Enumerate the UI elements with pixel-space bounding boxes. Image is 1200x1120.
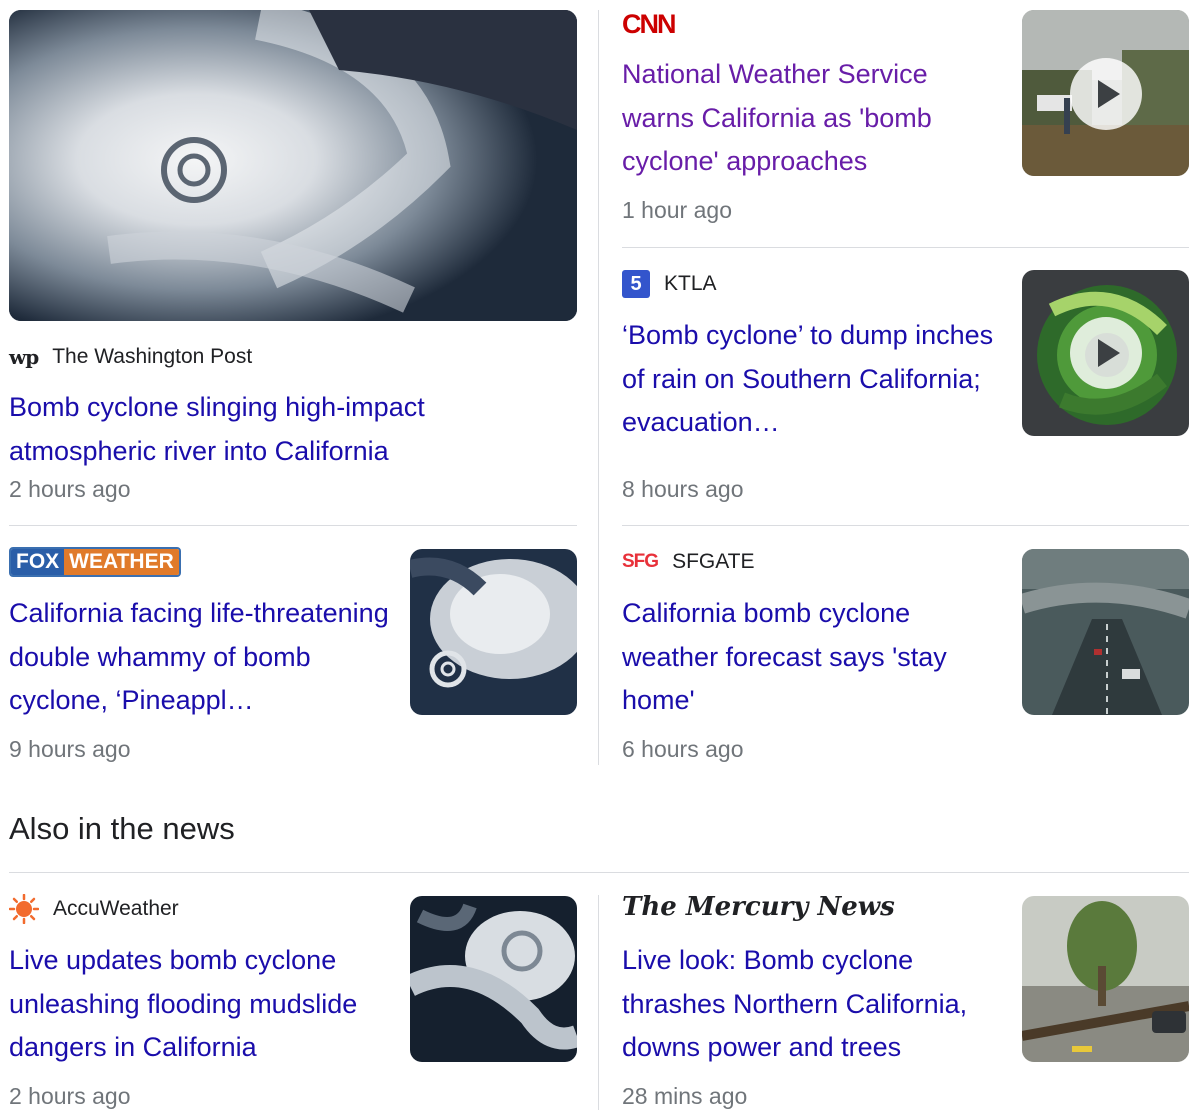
story-source: wp The Washington Post [9, 343, 252, 371]
divider [9, 872, 1189, 873]
story-image[interactable] [410, 549, 577, 715]
story-headline[interactable]: California bomb cyclone weather forecast… [622, 592, 1002, 723]
divider [622, 247, 1189, 248]
story-source: FOX WEATHER [9, 547, 181, 577]
story-time: 6 hours ago [622, 736, 744, 762]
source-name: SFGATE [672, 550, 755, 573]
source-name: The Washington Post [52, 345, 253, 368]
play-video-button[interactable] [1070, 317, 1142, 389]
story-source: The Mercury News [622, 892, 895, 922]
story-headline[interactable]: California facing life-threatening doubl… [9, 592, 389, 723]
sun-icon [9, 894, 39, 924]
story-image[interactable] [1022, 896, 1189, 1062]
satellite-cyclone-image [9, 10, 577, 321]
ktla-logo: 5 [622, 270, 650, 298]
source-name: AccuWeather [53, 897, 179, 920]
source-name: KTLA [664, 272, 717, 295]
fallen-tree-image [1022, 896, 1189, 1062]
story-time: 28 mins ago [622, 1083, 748, 1109]
story-source: 5 KTLA [622, 270, 717, 298]
story-source: CNN [622, 8, 676, 39]
section-title: Also in the news [9, 811, 235, 846]
story-headline[interactable]: Live look: Bomb cyclone thrashes Norther… [622, 939, 1012, 1070]
story-source: SFG SFGATE [622, 548, 755, 576]
story-time: 2 hours ago [9, 476, 131, 502]
highway-rain-image [1022, 549, 1189, 715]
story-image[interactable] [9, 10, 577, 321]
satellite-cyclone-image [410, 896, 577, 1062]
story-headline[interactable]: ‘Bomb cyclone’ to dump inches of rain on… [622, 314, 1002, 445]
story-image[interactable] [410, 896, 577, 1062]
cnn-logo: CNN [622, 8, 676, 39]
divider [9, 525, 577, 526]
washington-post-logo: wp [9, 345, 39, 369]
story-headline[interactable]: Bomb cyclone slinging high-impact atmosp… [9, 386, 509, 473]
play-icon [1098, 339, 1120, 367]
mercury-news-logo: The Mercury News [622, 892, 895, 922]
story-image[interactable] [1022, 549, 1189, 715]
story-headline[interactable]: National Weather Service warns Californi… [622, 53, 992, 184]
play-video-button[interactable] [1070, 58, 1142, 130]
play-icon [1098, 80, 1120, 108]
fox-weather-logo: FOX WEATHER [9, 547, 181, 577]
story-time: 8 hours ago [622, 476, 744, 502]
sfgate-logo: SFG [622, 551, 659, 572]
satellite-cyclone-image [410, 549, 577, 715]
story-source: AccuWeather [9, 894, 179, 924]
divider [622, 525, 1189, 526]
story-time: 9 hours ago [9, 736, 131, 762]
story-time: 2 hours ago [9, 1083, 131, 1109]
column-divider [598, 895, 599, 1110]
column-divider [598, 10, 599, 765]
story-time: 1 hour ago [622, 197, 732, 223]
story-headline[interactable]: Live updates bomb cyclone unleashing flo… [9, 939, 394, 1070]
